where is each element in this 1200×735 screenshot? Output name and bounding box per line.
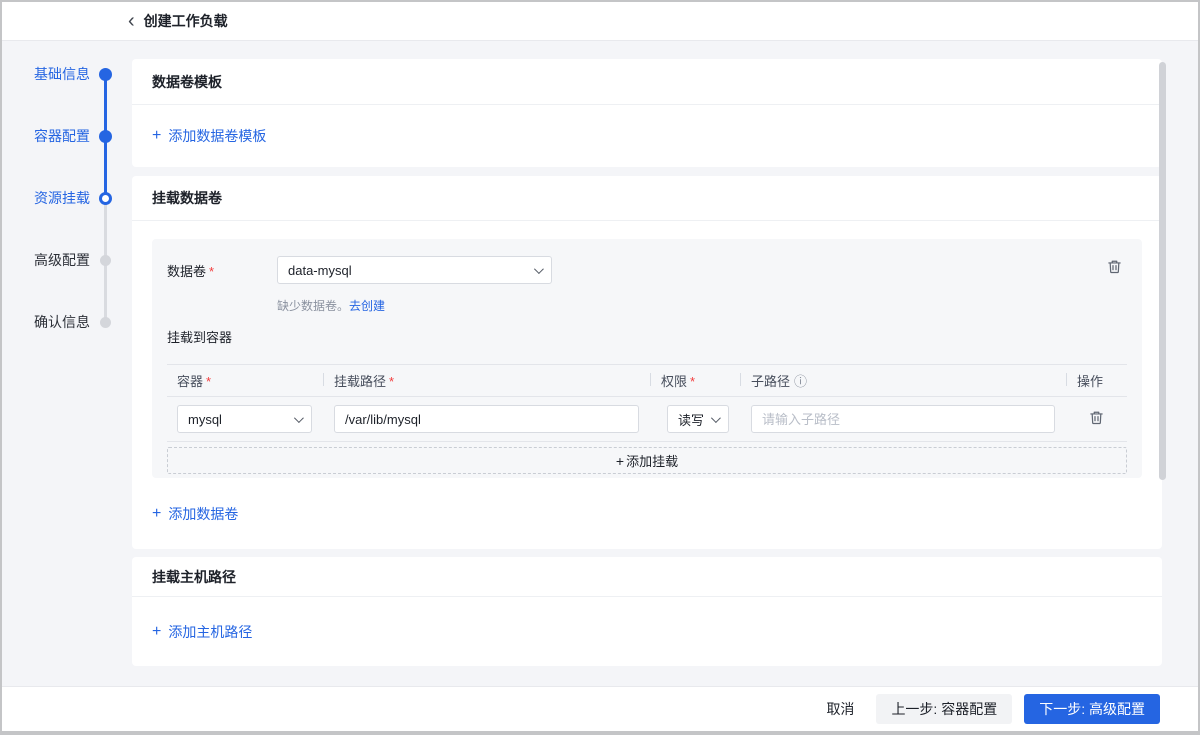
section-title-row: 数据卷模板 xyxy=(132,59,1162,105)
col-label: 容器 xyxy=(177,374,203,389)
step-dot xyxy=(99,192,112,205)
container-select[interactable]: mysql xyxy=(177,405,312,433)
delete-mount-button[interactable] xyxy=(1089,410,1104,428)
step-dot xyxy=(99,130,112,143)
add-mount-label: 添加挂载 xyxy=(626,451,678,470)
mount-to-container-label: 挂载到容器 xyxy=(167,327,1127,346)
step-label: 容器配置 xyxy=(26,126,90,146)
cell-container: mysql xyxy=(167,405,324,433)
plus-icon: + xyxy=(152,623,161,641)
volume-field-row: 数据卷* data-mysql xyxy=(167,256,1127,284)
mount-table-header: 容器* 挂载路径* 权限* 子路径ⓘ 操作 xyxy=(167,365,1127,397)
page-header: ‹ 创建工作负载 xyxy=(2,2,1198,41)
page-title: 创建工作负载 xyxy=(144,11,228,31)
col-container: 容器* xyxy=(167,371,324,390)
subpath-input[interactable] xyxy=(751,405,1055,433)
mount-table: 容器* 挂载路径* 权限* 子路径ⓘ 操作 xyxy=(167,364,1127,442)
vertical-scrollbar[interactable] xyxy=(1159,62,1166,480)
col-permission: 权限* xyxy=(651,371,741,390)
trash-icon xyxy=(1089,413,1104,428)
label-text: 数据卷 xyxy=(167,264,206,279)
section-title: 挂载主机路径 xyxy=(152,567,236,587)
info-icon[interactable]: ⓘ xyxy=(794,374,807,389)
next-step-button[interactable]: 下一步: 高级配置 xyxy=(1024,694,1160,724)
add-host-path-button[interactable]: + 添加主机路径 xyxy=(152,622,252,642)
step-dot xyxy=(100,255,111,266)
chevron-down-icon xyxy=(294,413,304,423)
cell-operation xyxy=(1067,410,1127,428)
section-title: 数据卷模板 xyxy=(152,72,222,92)
cell-permission: 读写 xyxy=(651,405,741,433)
prev-step-button[interactable]: 上一步: 容器配置 xyxy=(876,694,1012,724)
add-volume-template-button[interactable]: + 添加数据卷模板 xyxy=(152,126,266,146)
link-row: + 添加主机路径 xyxy=(132,597,1162,666)
link-row: + 添加数据卷模板 xyxy=(132,105,1162,167)
permission-select[interactable]: 读写 xyxy=(667,405,729,433)
add-mount-button[interactable]: + 添加挂载 xyxy=(167,447,1127,474)
volume-hint: 缺少数据卷。去创建 xyxy=(277,297,1127,314)
go-create-link[interactable]: 去创建 xyxy=(349,299,385,313)
chevron-down-icon xyxy=(534,264,544,274)
volume-card: 数据卷* data-mysql 缺少数据卷。去创建 挂载到容器 容器* xyxy=(152,239,1142,478)
delete-volume-button[interactable] xyxy=(1107,259,1122,277)
mount-table-row: mysql 读写 xyxy=(167,397,1127,442)
plus-icon: + xyxy=(152,127,161,145)
step-dot xyxy=(100,317,111,328)
required-mark: * xyxy=(206,374,211,389)
section-title-row: 挂载数据卷 xyxy=(132,176,1162,221)
add-volume-template-label: 添加数据卷模板 xyxy=(168,126,266,146)
add-volume-label: 添加数据卷 xyxy=(168,504,238,524)
volume-select-value: data-mysql xyxy=(288,263,352,278)
required-mark: * xyxy=(690,374,695,389)
step-label: 确认信息 xyxy=(26,312,90,332)
back-icon[interactable]: ‹ xyxy=(128,11,135,31)
cancel-button[interactable]: 取消 xyxy=(816,694,864,724)
plus-icon: + xyxy=(152,505,161,523)
col-operation: 操作 xyxy=(1067,371,1127,390)
permission-select-value: 读写 xyxy=(678,410,704,429)
col-mount-path: 挂载路径* xyxy=(324,371,651,390)
section-title: 挂载数据卷 xyxy=(152,188,222,208)
step-dot xyxy=(99,68,112,81)
section-title-row: 挂载主机路径 xyxy=(132,557,1162,597)
step-label: 资源挂载 xyxy=(26,188,90,208)
trash-icon xyxy=(1107,262,1122,277)
mount-path-input[interactable] xyxy=(334,405,639,433)
create-workload-page: ‹ 创建工作负载 基础信息 容器配置 资源挂载 高级配置 确认信息 xyxy=(0,0,1200,735)
chevron-down-icon xyxy=(711,413,721,423)
section-host-path: 挂载主机路径 + 添加主机路径 xyxy=(132,557,1162,666)
cell-subpath xyxy=(741,405,1067,433)
volume-select[interactable]: data-mysql xyxy=(277,256,552,284)
step-label: 高级配置 xyxy=(26,250,90,270)
col-subpath: 子路径 ⓘ xyxy=(741,371,1067,390)
link-row: + 添加数据卷 xyxy=(132,478,1162,549)
col-label: 挂载路径 xyxy=(334,374,386,389)
required-mark: * xyxy=(389,374,394,389)
step-label: 基础信息 xyxy=(26,64,90,84)
col-label: 子路径 xyxy=(751,374,790,389)
container-select-value: mysql xyxy=(188,412,222,427)
section-volume-template: 数据卷模板 + 添加数据卷模板 xyxy=(132,59,1162,167)
footer-bar: 取消 上一步: 容器配置 下一步: 高级配置 xyxy=(2,686,1198,731)
required-mark: * xyxy=(209,264,214,279)
add-host-path-label: 添加主机路径 xyxy=(168,622,252,642)
hint-text: 缺少数据卷。 xyxy=(277,299,349,313)
col-label: 权限 xyxy=(661,374,687,389)
section-mount-volume: 挂载数据卷 数据卷* xyxy=(132,176,1162,549)
plus-icon: + xyxy=(616,453,624,469)
volume-field-label: 数据卷* xyxy=(167,261,277,280)
add-volume-button[interactable]: + 添加数据卷 xyxy=(152,504,238,524)
cell-mount-path xyxy=(324,405,651,433)
main-content: 数据卷模板 + 添加数据卷模板 挂载数据卷 xyxy=(132,59,1162,666)
col-label: 操作 xyxy=(1077,374,1103,389)
